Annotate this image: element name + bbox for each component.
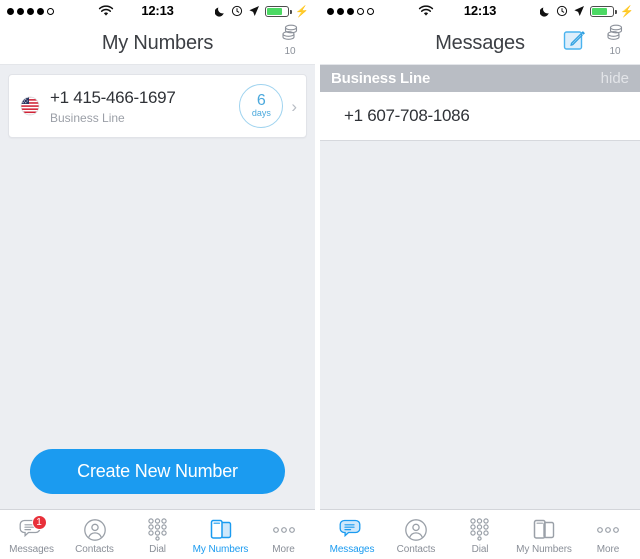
empty-list-area <box>320 141 640 509</box>
battery-icon <box>265 5 292 17</box>
tab-label: My Numbers <box>516 543 572 555</box>
battery-icon <box>590 5 617 17</box>
tab-dial[interactable]: Dial <box>126 510 189 559</box>
status-bar-right: 12:13 ⚡ <box>320 0 640 22</box>
lightning-bolt-icon: ⚡ <box>620 5 634 18</box>
page-title: My Numbers <box>101 31 214 54</box>
tab-more[interactable]: More <box>576 510 640 559</box>
dial-keypad-icon <box>466 518 494 542</box>
compose-pencil-icon[interactable] <box>562 28 588 54</box>
credits-count: 10 <box>284 46 296 57</box>
hide-link[interactable]: hide <box>601 70 629 87</box>
number-card-texts: +1 415-466-1697 Business Line <box>50 88 239 125</box>
nav-bar-right: Messages 10 <box>320 22 640 65</box>
content-messages: Business Line hide +1 607-708-1086 <box>320 65 640 509</box>
credits-button[interactable]: 10 <box>273 23 307 57</box>
more-ellipsis-icon <box>272 526 295 533</box>
dial-keypad-icon <box>147 518 167 541</box>
nav-right-right: 10 <box>562 23 632 57</box>
tab-label: Messages <box>329 543 375 555</box>
my-numbers-phones-icon <box>533 519 555 539</box>
status-right-icons-left: ⚡ <box>215 0 309 22</box>
status-bar-left: 12:13 ⚡ <box>0 0 315 22</box>
tab-more[interactable]: More <box>252 510 315 559</box>
days-unit: days <box>251 108 271 118</box>
more-ellipsis-icon <box>597 526 619 533</box>
my-numbers-phones-icon <box>207 518 235 542</box>
more-ellipsis-icon <box>270 518 298 542</box>
chevron-right-icon: › <box>291 96 297 116</box>
more-ellipsis-icon <box>594 518 622 542</box>
tab-my-numbers[interactable]: My Numbers <box>512 510 576 559</box>
number-card-phone: +1 415-466-1697 <box>50 87 176 107</box>
moon-icon <box>215 7 225 17</box>
contacts-person-icon <box>83 518 106 541</box>
location-arrow-icon <box>574 6 585 16</box>
credits-count: 10 <box>609 46 621 57</box>
page-title: Messages <box>435 31 525 54</box>
screen-my-numbers: 12:13 ⚡ My Numbers 10 +1 415-466-1697 Bu… <box>0 0 320 559</box>
unread-badge: 1 <box>31 514 47 530</box>
dial-keypad-icon <box>144 518 172 542</box>
conversation-number: +1 607-708-1086 <box>344 106 470 125</box>
list-item[interactable]: +1 607-708-1086 <box>320 92 640 141</box>
lightning-bolt-icon: ⚡ <box>295 5 309 18</box>
messages-bubble-icon <box>338 518 366 542</box>
number-card-label: Business Line <box>50 110 125 125</box>
section-header-business-line[interactable]: Business Line hide <box>320 65 640 92</box>
us-flag-icon <box>20 96 40 116</box>
location-arrow-icon <box>249 6 260 16</box>
messages-bubble-icon: 1 <box>18 514 47 542</box>
tab-label: Contacts <box>75 543 114 555</box>
tab-contacts[interactable]: Contacts <box>384 510 448 559</box>
tab-messages[interactable]: Messages <box>320 510 384 559</box>
tab-label: Dial <box>149 543 166 555</box>
screen-messages: 12:13 ⚡ Messages 10 Business Line hide +… <box>320 0 640 559</box>
section-title: Business Line <box>331 70 431 87</box>
content-my-numbers: +1 415-466-1697 Business Line 6 days › C… <box>0 65 315 509</box>
moon-icon <box>540 7 550 17</box>
days-remaining-badge[interactable]: 6 days <box>239 84 284 128</box>
number-card[interactable]: +1 415-466-1697 Business Line 6 days › <box>8 74 307 138</box>
nav-bar-left: My Numbers 10 <box>0 22 315 65</box>
tab-label: More <box>596 543 620 555</box>
tab-messages[interactable]: 1 Messages <box>0 510 63 559</box>
tab-bar-left: 1 Messages Contacts Dial My Numbers More <box>0 509 315 559</box>
tab-my-numbers[interactable]: My Numbers <box>189 510 252 559</box>
contacts-person-icon <box>402 518 430 542</box>
tab-label: More <box>272 543 295 555</box>
coins-stack-icon <box>282 24 298 40</box>
tab-label: My Numbers <box>192 543 249 555</box>
tab-dial[interactable]: Dial <box>448 510 512 559</box>
create-number-area: Create New Number <box>0 449 315 494</box>
days-value: 6 <box>256 92 266 109</box>
alarm-icon <box>557 5 568 17</box>
tab-label: Messages <box>9 543 54 555</box>
tab-contacts[interactable]: Contacts <box>63 510 126 559</box>
coins-stack-icon <box>607 24 623 40</box>
dial-keypad-icon <box>470 518 489 541</box>
create-new-number-button[interactable]: Create New Number <box>30 449 285 494</box>
contacts-person-icon <box>405 518 427 541</box>
tab-label: Dial <box>471 543 489 555</box>
my-numbers-phones-icon <box>210 519 231 539</box>
status-right-icons-right: ⚡ <box>540 0 634 22</box>
my-numbers-phones-icon <box>530 518 558 542</box>
tab-label: Contacts <box>396 543 436 555</box>
alarm-icon <box>232 5 243 17</box>
tab-bar-right: Messages Contacts Dial My Numbers More <box>320 509 640 559</box>
messages-bubble-icon <box>339 519 361 537</box>
contacts-person-icon <box>81 518 109 542</box>
nav-right-left: 10 <box>273 23 307 57</box>
dual-screenshot: 12:13 ⚡ My Numbers 10 +1 415-466-1697 Bu… <box>0 0 640 559</box>
credits-button[interactable]: 10 <box>598 23 632 57</box>
